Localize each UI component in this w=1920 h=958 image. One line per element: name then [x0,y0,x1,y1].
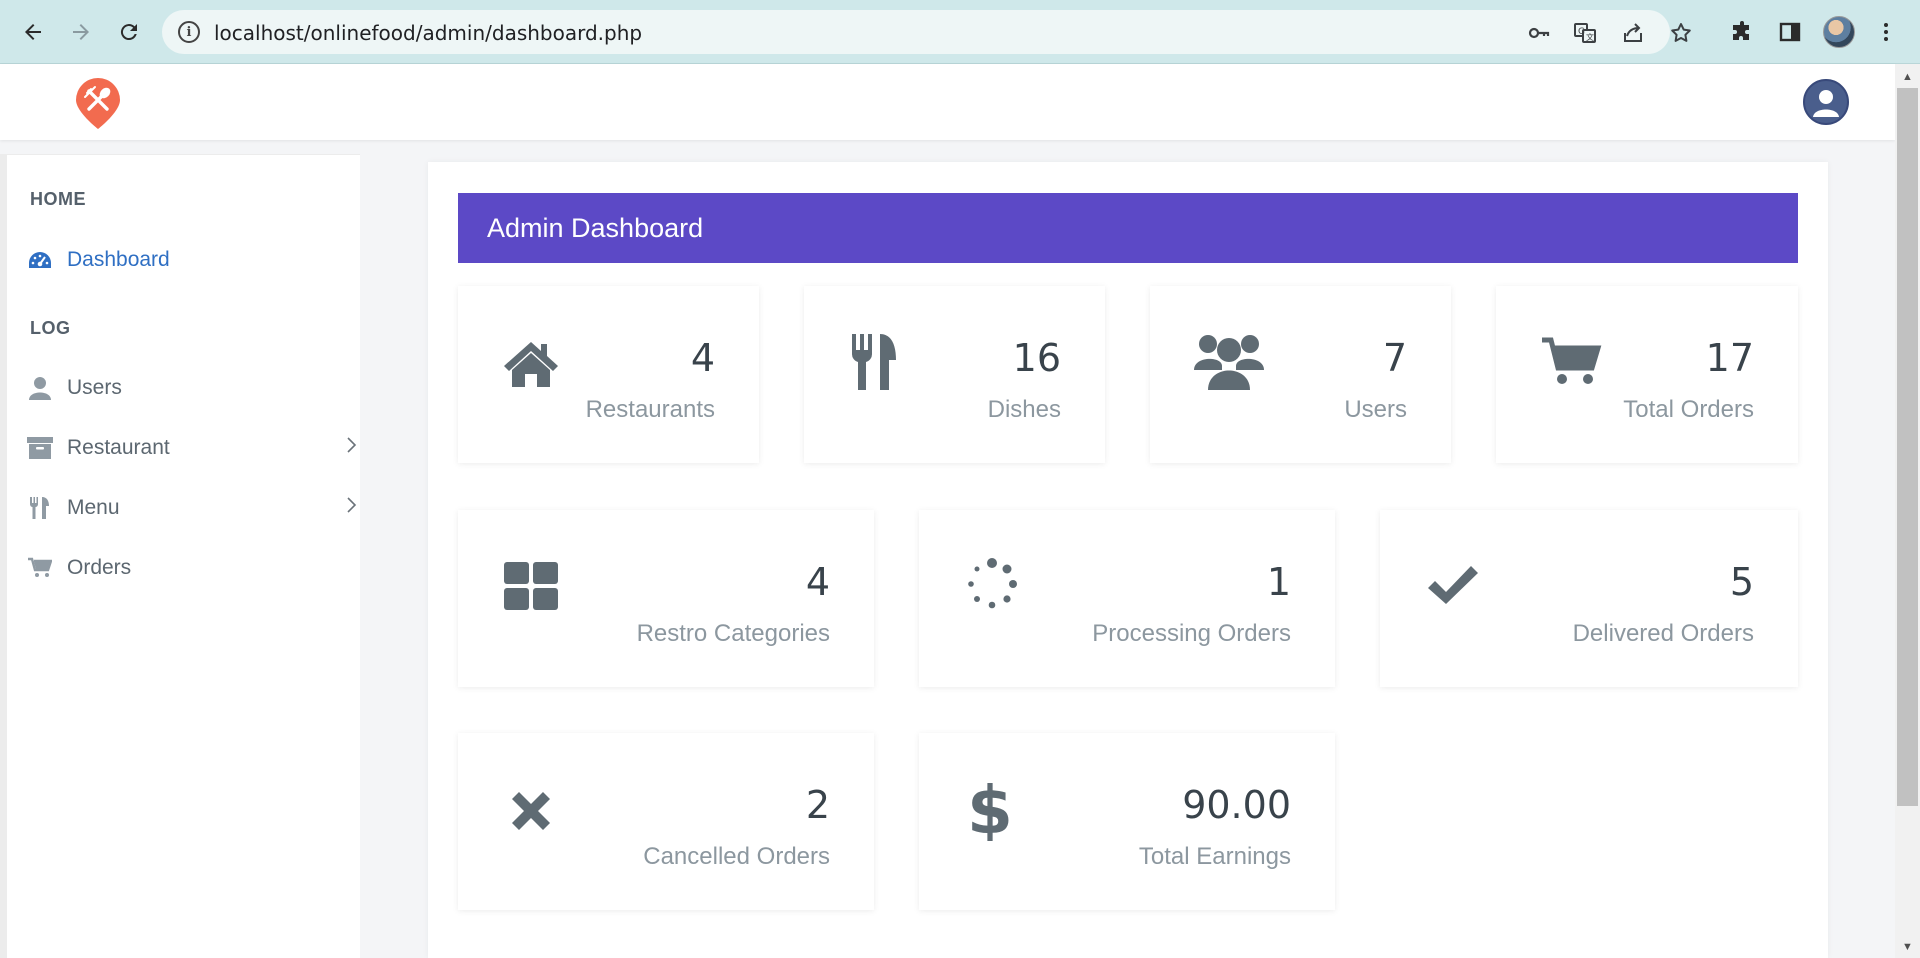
back-arrow-icon [25,24,41,40]
stat-card-total-earnings[interactable]: $ 90.00 Total Earnings [919,733,1335,910]
archive-icon [27,435,53,461]
stat-card-delivered-orders[interactable]: 5 Delivered Orders [1380,510,1798,687]
stat-card-users[interactable]: 7 Users [1150,286,1451,463]
scroll-down-arrow-icon[interactable]: ▼ [1899,938,1916,955]
extensions-button[interactable] [1722,12,1762,52]
sidebar-item-label: Restaurant [67,436,170,459]
users-icon [1194,330,1264,394]
stat-label: Total Earnings [1138,843,1291,870]
user-avatar[interactable] [1803,79,1849,125]
stat-card-cancelled-orders[interactable]: 2 Cancelled Orders [458,733,874,910]
browser-toolbar: i localhost/onlinefood/admin/dashboard.p… [0,0,1920,64]
scrollbar-thumb[interactable] [1897,88,1918,806]
sidebar-heading-home: HOME [30,189,86,209]
reload-button[interactable] [109,12,149,52]
key-icon[interactable] [1526,20,1552,46]
spinner-icon [963,554,1021,618]
reload-icon [120,24,137,41]
check-icon [1424,554,1482,618]
sidebar: HOME Dashboard LOG Users Restaurant Menu [0,154,360,958]
stat-label: Dishes [987,396,1061,423]
scroll-up-arrow-icon[interactable]: ▲ [1899,68,1916,85]
stat-label: Restaurants [585,396,715,423]
stat-card-restaurants[interactable]: 4 Restaurants [458,286,759,463]
stat-value: 4 [690,336,715,380]
address-bar[interactable]: i localhost/onlinefood/admin/dashboard.p… [162,10,1691,54]
stat-value: 90.00 [1182,783,1291,827]
user-icon [27,375,53,401]
home-icon [502,330,560,394]
cart-icon [27,555,53,581]
svg-text:文: 文 [1586,32,1594,42]
stat-value: 1 [1266,560,1291,604]
dashboard-icon [27,247,53,273]
stat-label: Cancelled Orders [643,843,830,870]
dollar-icon: $ [963,772,1021,849]
stat-label: Delivered Orders [1572,620,1754,647]
cutlery-icon [27,495,53,521]
puzzle-icon [1733,21,1749,40]
share-icon[interactable] [1620,20,1646,46]
chevron-right-icon [345,436,357,459]
stat-value: 16 [1012,336,1061,380]
svg-text:$: $ [967,777,1013,841]
chevron-right-icon [345,496,357,519]
translate-icon[interactable]: G文 [1572,20,1598,46]
sidebar-item-label: Menu [67,496,120,519]
close-icon [502,777,560,841]
stat-card-total-orders[interactable]: 17 Total Orders [1496,286,1798,463]
stat-value: 2 [805,783,830,827]
forward-button[interactable] [61,12,101,52]
profile-button[interactable] [1819,12,1859,52]
kebab-menu-icon [1884,23,1888,41]
side-panel-icon [1779,22,1801,42]
back-button[interactable] [13,12,53,52]
forward-arrow-icon [73,24,89,40]
stat-label: Total Orders [1623,396,1754,423]
stat-card-dishes[interactable]: 16 Dishes [804,286,1105,463]
side-panel-button[interactable] [1770,12,1810,52]
page-title: Admin Dashboard [487,213,704,243]
url-text[interactable]: localhost/onlinefood/admin/dashboard.php [214,21,642,45]
browser-menu-button[interactable] [1866,12,1906,52]
sidebar-item-menu[interactable]: Menu [27,488,357,528]
stat-value: 4 [805,560,830,604]
sidebar-item-orders[interactable]: Orders [27,548,357,588]
grid-icon [502,554,560,618]
profile-avatar [1823,16,1855,48]
bookmark-star-icon[interactable] [1668,20,1694,46]
cutlery-icon [848,330,906,394]
stat-label: Users [1344,396,1407,423]
user-icon [1813,90,1839,117]
svg-text:G: G [1578,27,1585,37]
sidebar-item-label: Orders [67,556,132,579]
stat-value: 7 [1382,336,1407,380]
stat-card-restro-categories[interactable]: 4 Restro Categories [458,510,874,687]
sidebar-item-users[interactable]: Users [27,368,357,408]
stat-card-processing-orders[interactable]: 1 Processing Orders [919,510,1335,687]
site-info-icon[interactable]: i [178,21,200,43]
stat-value: 17 [1705,336,1754,380]
stat-label: Restro Categories [636,620,830,647]
cart-icon [1540,330,1602,394]
sidebar-item-label: Dashboard [67,248,170,271]
sidebar-heading-log: LOG [30,318,71,338]
sidebar-item-label: Users [67,376,122,399]
stat-value: 5 [1729,560,1754,604]
brand-logo[interactable] [74,78,122,130]
stat-label: Processing Orders [1092,620,1291,647]
dashboard-banner: Admin Dashboard [458,193,1798,263]
sidebar-item-restaurant[interactable]: Restaurant [27,428,357,468]
food-logo-icon [76,78,120,129]
app-header [0,64,1895,140]
sidebar-item-dashboard[interactable]: Dashboard [27,240,357,280]
